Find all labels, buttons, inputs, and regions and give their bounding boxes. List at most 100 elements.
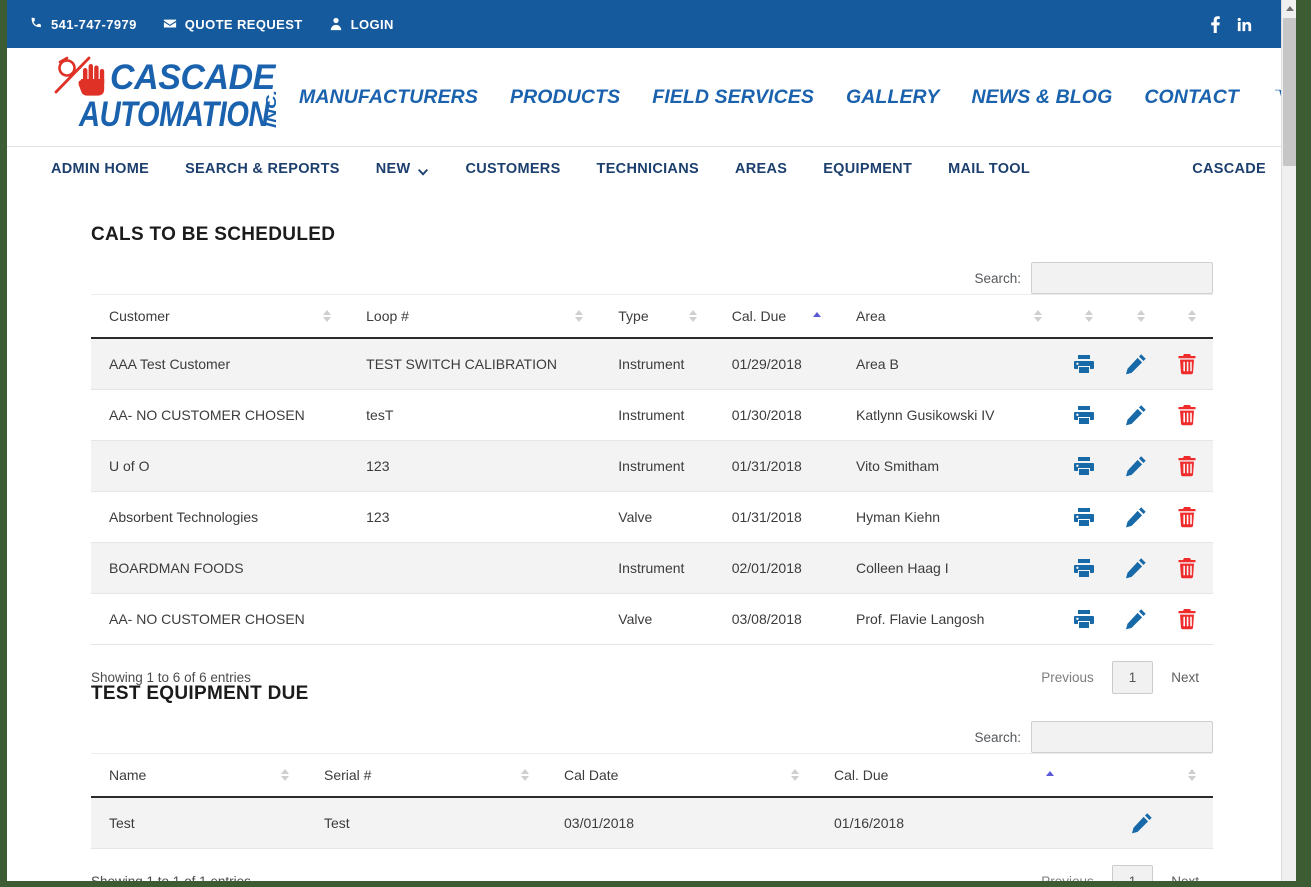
sort-indicator[interactable] — [1085, 309, 1094, 323]
table-row[interactable]: Test Test 03/01/2018 01/16/2018 — [91, 797, 1213, 849]
sort-indicator[interactable] — [281, 768, 290, 782]
cals-col-area[interactable]: Area — [837, 294, 1059, 339]
nav-news-blog[interactable]: NEWS & BLOG — [955, 86, 1128, 109]
print-icon[interactable] — [1073, 353, 1095, 375]
scrollbar-thumb[interactable] — [1283, 18, 1296, 166]
cals-col-edit[interactable] — [1110, 294, 1162, 339]
login-link[interactable]: LOGIN — [329, 17, 394, 32]
sort-indicator[interactable] — [521, 768, 530, 782]
delete-icon[interactable] — [1176, 557, 1198, 579]
cell-delete[interactable] — [1161, 440, 1213, 492]
sort-indicator[interactable] — [575, 309, 584, 323]
print-icon[interactable] — [1073, 404, 1095, 426]
table-row[interactable]: AA- NO CUSTOMER CHOSEN Valve 03/08/2018 … — [91, 593, 1213, 645]
table-row[interactable]: AA- NO CUSTOMER CHOSEN tesT Instrument 0… — [91, 389, 1213, 441]
equipment-col-serial[interactable]: Serial # — [306, 753, 546, 798]
cell-print[interactable] — [1058, 542, 1111, 594]
print-icon[interactable] — [1073, 506, 1095, 528]
cell-edit[interactable] — [1110, 389, 1162, 441]
edit-icon[interactable] — [1125, 557, 1147, 579]
sort-indicator[interactable] — [1188, 309, 1197, 323]
facebook-icon[interactable] — [1208, 15, 1223, 33]
equipment-col-cal-date[interactable]: Cal Date — [546, 753, 816, 798]
sort-indicator[interactable] — [1188, 768, 1197, 782]
cals-col-loop[interactable]: Loop # — [348, 294, 601, 339]
equipment-col-name[interactable]: Name — [91, 753, 306, 798]
edit-icon[interactable] — [1131, 812, 1153, 834]
quote-request-link[interactable]: QUOTE REQUEST — [163, 17, 303, 32]
cell-edit[interactable] — [1071, 797, 1213, 849]
cell-edit[interactable] — [1110, 593, 1162, 645]
cell-print[interactable] — [1058, 491, 1111, 543]
admin-nav-areas[interactable]: AREAS — [717, 161, 805, 177]
admin-nav-search-reports[interactable]: SEARCH & REPORTS — [167, 161, 358, 177]
equipment-col-cal-due[interactable]: Cal. Due — [816, 753, 1071, 798]
cell-edit[interactable] — [1110, 491, 1162, 543]
delete-icon[interactable] — [1176, 506, 1198, 528]
table-row[interactable]: BOARDMAN FOODS Instrument 02/01/2018 Col… — [91, 542, 1213, 594]
cell-delete[interactable] — [1161, 491, 1213, 543]
nav-gallery[interactable]: GALLERY — [830, 86, 956, 109]
cell-edit[interactable] — [1110, 542, 1162, 594]
vertical-scrollbar[interactable] — [1281, 0, 1296, 881]
cell-edit[interactable] — [1110, 440, 1162, 492]
cell-delete[interactable] — [1161, 338, 1213, 390]
table-row[interactable]: Absorbent Technologies 123 Valve 01/31/2… — [91, 491, 1213, 543]
cals-col-print[interactable] — [1058, 294, 1111, 339]
delete-icon[interactable] — [1176, 608, 1198, 630]
equipment-col-edit[interactable] — [1071, 753, 1213, 798]
cell-print[interactable] — [1058, 440, 1111, 492]
admin-nav-mail-tool[interactable]: MAIL TOOL — [930, 161, 1048, 177]
cell-delete[interactable] — [1161, 389, 1213, 441]
print-icon[interactable] — [1073, 455, 1095, 477]
cals-col-customer[interactable]: Customer — [91, 294, 349, 339]
nav-contact[interactable]: CONTACT — [1128, 86, 1255, 109]
print-icon[interactable] — [1073, 557, 1095, 579]
sort-indicator-active[interactable] — [812, 309, 822, 323]
table-row[interactable]: U of O 123 Instrument 01/31/2018 Vito Sm… — [91, 440, 1213, 492]
pagination-next[interactable]: Next — [1157, 867, 1213, 881]
sort-indicator-active[interactable] — [1046, 768, 1055, 782]
cell-print[interactable] — [1058, 338, 1111, 390]
admin-nav-admin-home[interactable]: ADMIN HOME — [51, 161, 167, 177]
scroll-up-arrow-icon[interactable] — [1282, 0, 1296, 17]
edit-icon[interactable] — [1125, 608, 1147, 630]
sort-indicator[interactable] — [1136, 309, 1146, 323]
cell-delete[interactable] — [1161, 542, 1213, 594]
table-row[interactable]: AAA Test Customer TEST SWITCH CALIBRATIO… — [91, 338, 1213, 390]
cell-edit[interactable] — [1110, 338, 1162, 390]
admin-nav-new[interactable]: NEW — [358, 161, 448, 177]
delete-icon[interactable] — [1176, 404, 1198, 426]
phone-link[interactable]: 541-747-7979 — [29, 17, 137, 32]
cals-col-delete[interactable] — [1161, 294, 1213, 339]
print-icon[interactable] — [1073, 608, 1095, 630]
site-logo[interactable]: CASCADE AUTOMATION INC. — [47, 52, 287, 138]
delete-icon[interactable] — [1176, 455, 1198, 477]
nav-products[interactable]: PRODUCTS — [494, 86, 636, 109]
cell-delete[interactable] — [1161, 593, 1213, 645]
linkedin-icon[interactable] — [1237, 16, 1252, 33]
edit-icon[interactable] — [1125, 404, 1147, 426]
sort-indicator[interactable] — [323, 309, 332, 323]
admin-nav-technicians[interactable]: TECHNICIANS — [579, 161, 717, 177]
edit-icon[interactable] — [1125, 455, 1147, 477]
pagination-page-1[interactable]: 1 — [1111, 865, 1154, 881]
pagination-previous[interactable]: Previous — [1027, 867, 1108, 881]
cell-print[interactable] — [1058, 389, 1111, 441]
cell-print[interactable] — [1058, 593, 1111, 645]
admin-nav-customers[interactable]: CUSTOMERS — [447, 161, 578, 177]
nav-field-services[interactable]: FIELD SERVICES — [636, 86, 830, 109]
nav-manufacturers[interactable]: MANUFACTURERS — [283, 86, 494, 109]
equipment-search-input[interactable] — [1031, 721, 1213, 753]
cals-col-cal-due[interactable]: Cal. Due — [713, 294, 838, 339]
cals-col-type[interactable]: Type — [600, 294, 714, 339]
edit-icon[interactable] — [1125, 353, 1147, 375]
admin-nav-equipment[interactable]: EQUIPMENT — [805, 161, 930, 177]
sort-indicator[interactable] — [1033, 309, 1043, 323]
sort-indicator[interactable] — [688, 309, 698, 323]
delete-icon[interactable] — [1176, 353, 1198, 375]
admin-nav-account[interactable]: CASCADE — [1192, 161, 1266, 177]
sort-indicator[interactable] — [791, 768, 800, 782]
cals-search-input[interactable] — [1031, 262, 1213, 294]
edit-icon[interactable] — [1125, 506, 1147, 528]
